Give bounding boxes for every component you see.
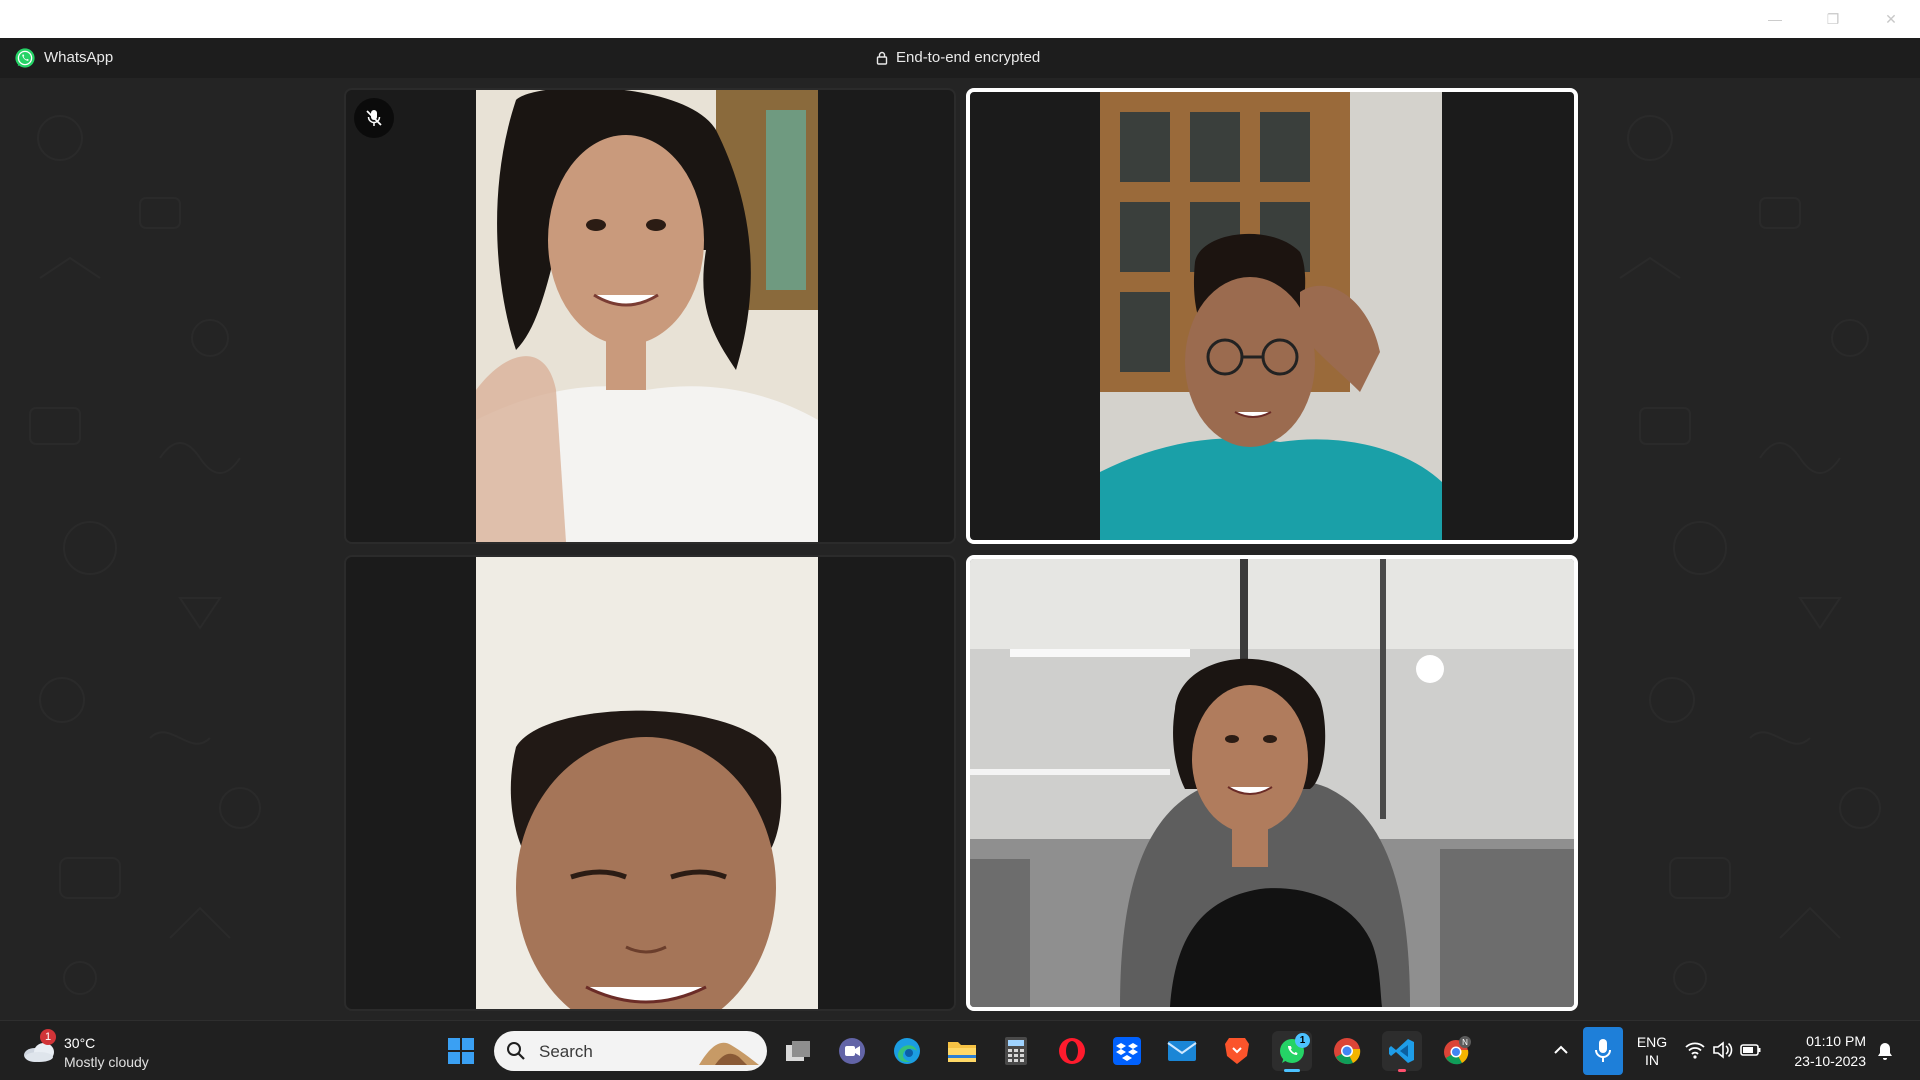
folder-icon [948, 1042, 976, 1062]
search-highlight-art [699, 1042, 759, 1065]
notification-bell-icon[interactable] [1876, 1041, 1894, 1061]
running-indicator [1398, 1069, 1406, 1072]
task-view-icon [786, 1041, 810, 1061]
clock-time: 01:10 PM [1806, 1033, 1866, 1049]
lock-icon [876, 51, 888, 65]
volume-icon [1712, 1039, 1734, 1061]
weather-widget[interactable]: 1 30°C Mostly cloudy [20, 1029, 170, 1073]
whatsapp-taskbar-button[interactable]: 1 [1272, 1031, 1312, 1072]
participant-video-1 [476, 90, 818, 542]
encryption-label: End-to-end encrypted [896, 49, 1041, 66]
clock-date: 23-10-2023 [1794, 1053, 1866, 1069]
dropbox-button[interactable] [1107, 1031, 1147, 1071]
mail-icon [1167, 1041, 1197, 1061]
muted-indicator [354, 98, 394, 138]
calculator-icon [1005, 1037, 1027, 1065]
running-indicator [1284, 1069, 1300, 1072]
calculator-button[interactable] [996, 1031, 1036, 1071]
mail-button[interactable] [1162, 1031, 1202, 1071]
participant-tile-4[interactable] [966, 555, 1578, 1011]
participant-video-4 [970, 559, 1574, 1007]
taskbar-search[interactable]: Search [494, 1031, 767, 1071]
participant-video-3 [476, 557, 818, 1009]
encryption-status: End-to-end encrypted [876, 49, 1040, 66]
search-placeholder: Search [539, 1042, 593, 1061]
app-title: WhatsApp [44, 49, 114, 66]
edge-button[interactable] [887, 1031, 927, 1071]
region-code: IN [1645, 1052, 1659, 1068]
vscode-icon [1389, 1039, 1414, 1063]
battery-icon [1740, 1039, 1762, 1061]
mic-off-icon [366, 110, 382, 126]
video-call-grid [0, 78, 1920, 1020]
brave-icon [1225, 1038, 1249, 1064]
teams-chat-button[interactable] [832, 1031, 872, 1071]
language-code: ENG [1636, 1034, 1668, 1050]
participant-video-2 [1100, 92, 1442, 540]
task-view-button[interactable] [778, 1031, 818, 1071]
microphone-button[interactable] [1583, 1027, 1623, 1075]
participant-tile-2[interactable] [966, 88, 1578, 544]
weather-temperature: 30°C [64, 1035, 96, 1051]
weather-condition: Mostly cloudy [64, 1054, 149, 1070]
profile-letter: N [1462, 1038, 1468, 1047]
weather-alert-badge: 1 [40, 1029, 56, 1045]
windows-start-icon [448, 1038, 474, 1064]
participant-tile-1[interactable] [344, 88, 956, 544]
wifi-icon [1684, 1039, 1706, 1061]
system-tray-icons[interactable] [1684, 1039, 1762, 1061]
brave-button[interactable] [1217, 1031, 1257, 1071]
chrome-button[interactable] [1327, 1031, 1367, 1071]
opera-icon [1059, 1038, 1085, 1064]
chrome-icon [1334, 1038, 1361, 1065]
whatsapp-unread-badge: 1 [1295, 1033, 1310, 1048]
app-header: WhatsApp End-to-end encrypted [0, 38, 1920, 78]
participant-tile-3[interactable] [344, 555, 956, 1011]
search-icon [507, 1042, 525, 1060]
opera-button[interactable] [1052, 1031, 1092, 1071]
chevron-up-icon[interactable] [1550, 1039, 1572, 1061]
edge-icon [894, 1038, 920, 1064]
maximize-button[interactable]: ❐ [1810, 6, 1856, 32]
file-explorer-button[interactable] [942, 1031, 982, 1071]
dropbox-icon [1113, 1037, 1141, 1065]
chrome-profile-icon: N [1444, 1036, 1471, 1065]
close-button[interactable]: ✕ [1868, 6, 1914, 32]
minimize-button[interactable]: — [1752, 6, 1798, 32]
chrome-profile-button[interactable]: N [1437, 1031, 1477, 1071]
start-button[interactable] [441, 1031, 481, 1071]
microphone-icon [1595, 1039, 1611, 1062]
teams-chat-icon [839, 1038, 865, 1064]
windows-taskbar: 1 30°C Mostly cloudy Search 1 N ENG IN 0… [0, 1020, 1920, 1080]
chat-wallpaper-doodles [29, 115, 1881, 995]
taskbar-clock[interactable]: 01:10 PM 23-10-2023 [1778, 1031, 1866, 1071]
input-language[interactable]: ENG IN [1634, 1033, 1670, 1069]
vscode-button[interactable] [1382, 1031, 1422, 1072]
window-title-bar: — ❐ ✕ [0, 0, 1920, 38]
whatsapp-logo-icon [15, 48, 35, 68]
